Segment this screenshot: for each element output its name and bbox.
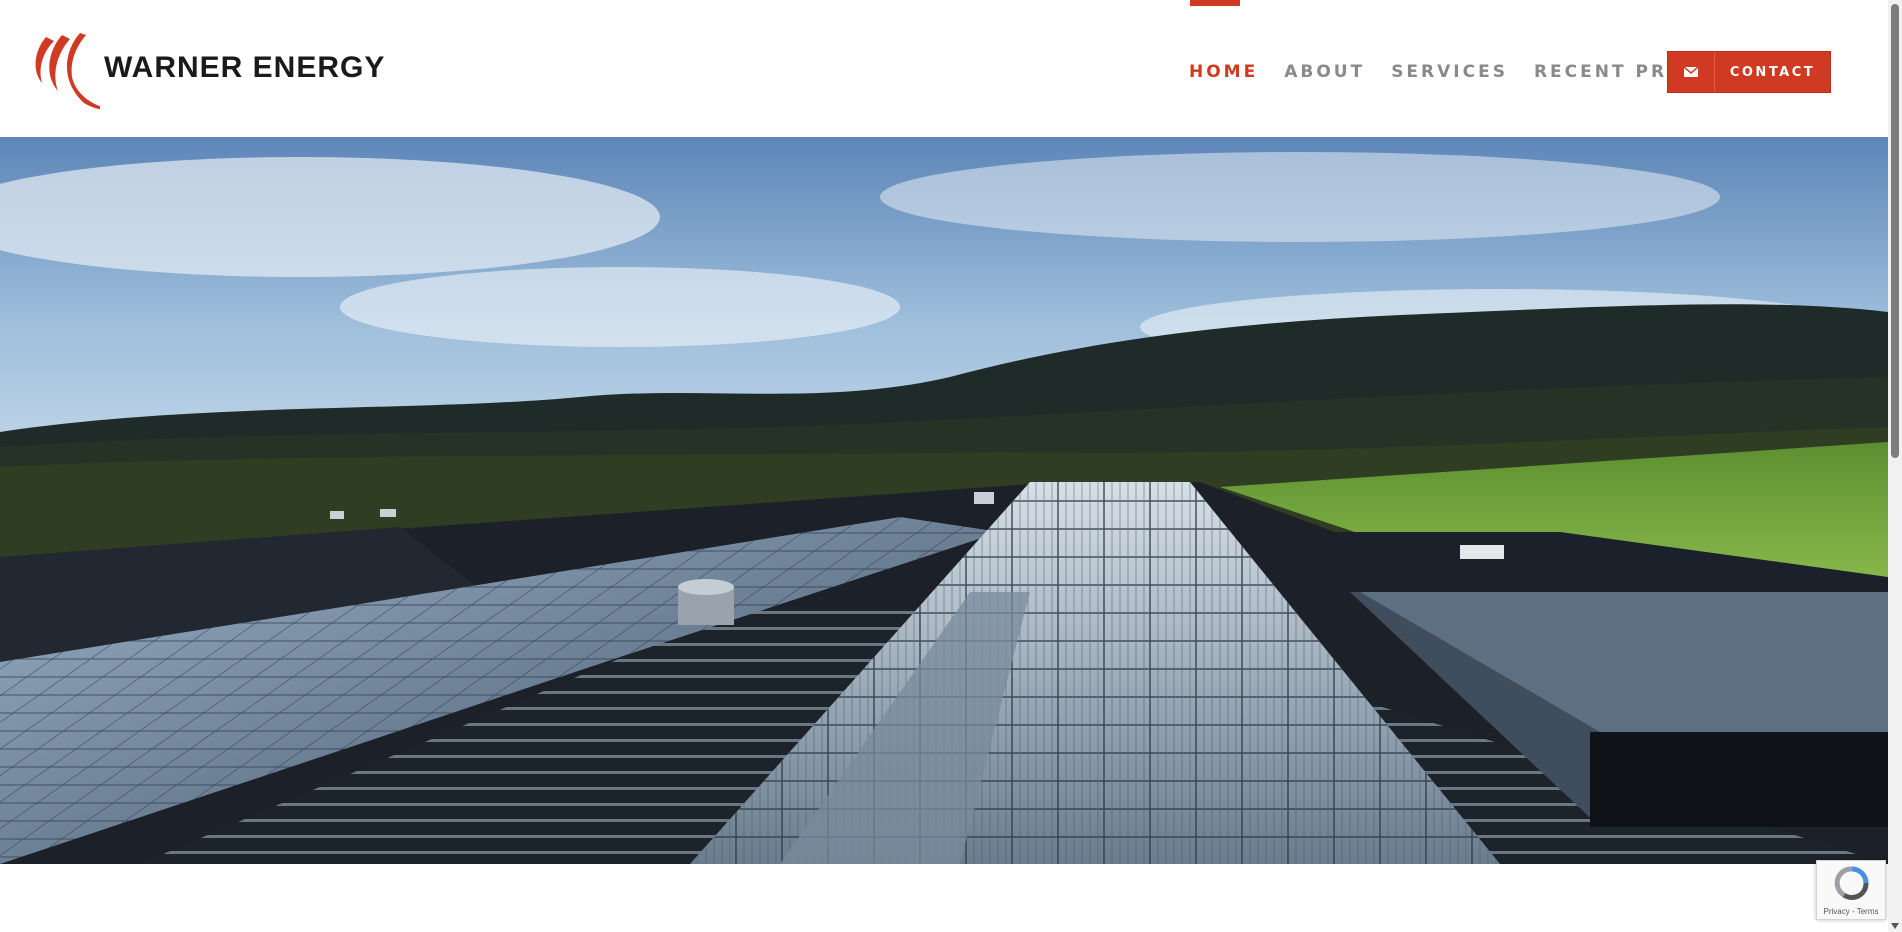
page-scrollbar[interactable] <box>1888 0 1902 932</box>
recaptcha-icon <box>1834 866 1869 900</box>
recaptcha-badge[interactable]: Privacy - Terms <box>1816 860 1886 920</box>
hero-image <box>0 137 1888 864</box>
scroll-down-arrow-icon[interactable] <box>1891 923 1899 929</box>
brand-name: WARNER ENERGY <box>104 51 386 84</box>
nav-item-services[interactable]: SERVICES <box>1391 62 1508 82</box>
nav-item-home[interactable]: HOME <box>1189 0 1258 82</box>
envelope-icon <box>1668 52 1715 92</box>
nav-item-about[interactable]: ABOUT <box>1284 62 1365 82</box>
recaptcha-links[interactable]: Privacy - Terms <box>1817 907 1885 916</box>
contact-button[interactable]: CONTACT <box>1667 51 1831 93</box>
contact-button-label: CONTACT <box>1729 64 1816 80</box>
warner-swoosh-icon <box>35 33 100 110</box>
site-header: WARNER ENERGY HOME ABOUT SERVICES RECENT… <box>0 0 1888 137</box>
brand-logo[interactable]: WARNER ENERGY <box>28 33 384 113</box>
scrollbar-thumb[interactable] <box>1891 4 1899 458</box>
